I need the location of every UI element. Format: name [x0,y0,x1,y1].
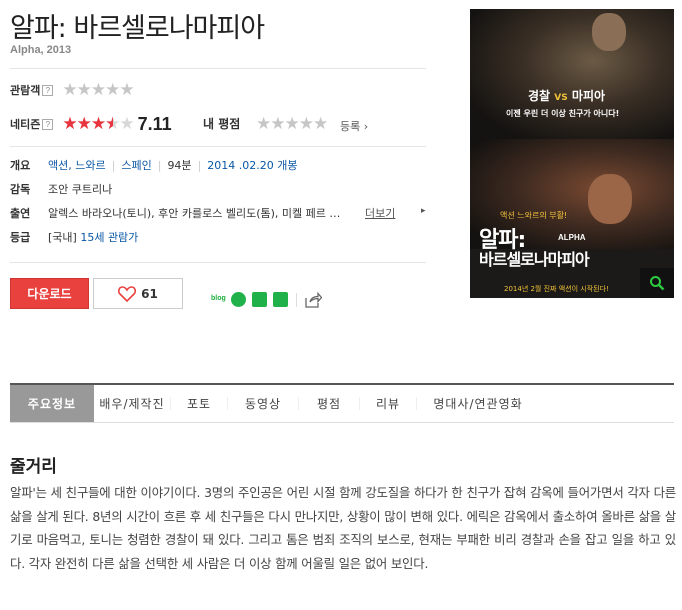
poster-tagline-2: 이젠 우린 더 이상 친구가 아니다! [506,109,620,118]
like-button[interactable]: 61 [93,278,183,309]
age-rating-label: 등급 [10,231,31,244]
cast-links[interactable]: 알렉스 바라오나(토니), 후안 카를로스 벨리도(톰), 미켈 페르 … [48,205,340,221]
divider [10,146,426,147]
netizen-stars: ★★★★★ ★★★★★ [62,114,134,134]
poster-release-line: 2014년 2월 진짜 액션이 시작된다! [504,285,609,293]
cafe-share-icon[interactable] [231,292,246,307]
register-rating-link[interactable]: 등록 › [340,118,368,134]
poster-tagline: 경찰 VS 마피아 [528,89,606,103]
poster-figure [592,13,626,51]
tab-reviews[interactable]: 리뷰 [360,385,416,422]
synopsis-heading: 줄거리 [10,457,57,477]
my-rating-label: 내 평점 [203,117,241,131]
divider [10,68,426,69]
zoom-button[interactable] [640,268,674,298]
memo-share-icon[interactable] [273,292,288,307]
tab-bar: 주요정보 배우/제작진 포토 동영상 평점 리뷰 명대사/연관영화 [10,383,674,423]
age-rating-tag: [국내] [48,231,77,244]
poster-image-top [470,9,674,139]
tab-quotes-related[interactable]: 명대사/연관영화 [417,385,539,422]
overview-label: 개요 [10,159,31,172]
info-overview-row: 개요 액션, 느와르 | 스페인 | 94분 | 2014 .02.20 개봉 [10,159,298,172]
more-cast-link[interactable]: 더보기 [365,205,395,221]
blog-share-icon[interactable]: blog [211,295,226,305]
netizen-rating-row: 네티즌 ? ★★★★★ ★★★★★ 7.11 [10,113,172,135]
heart-icon [118,285,137,302]
poster-tagline-3: 액션 느와르의 부활! [500,211,568,220]
genre-link[interactable]: 느와르 [75,159,105,172]
netizen-score: 7.11 [137,113,172,134]
bookmark-share-icon[interactable] [252,292,267,307]
info-rating-row: 등급 [국내] 15세 관람가 [10,229,138,245]
audience-rating-row: 관람객 ? ★★★★★ [10,80,135,100]
country-link[interactable]: 스페인 [121,159,151,172]
divider [10,262,426,263]
synopsis-text: 알파'는 세 친구들에 대한 이야기이다. 3명의 주인공은 어린 시절 함께 … [10,485,676,571]
tab-main-info[interactable]: 주요정보 [10,385,94,422]
poster-title-sub: 바르셀로나마피아 [479,250,590,269]
more-arrow-icon: ▸ [421,206,426,216]
like-count: 61 [141,286,158,301]
cast-label: 출연 [10,207,31,220]
info-cast-row: 출연 알렉스 바라오나(토니), 후안 카를로스 벨리도(톰), 미켈 페르 … [10,205,340,221]
audience-label: 관람객 [10,84,41,97]
help-icon[interactable]: ? [42,84,54,96]
director-label: 감독 [10,183,31,196]
audience-stars: ★★★★★ [62,80,134,100]
poster-title-en: ALPHA [558,233,586,242]
help-icon[interactable]: ? [42,118,54,130]
runtime: 94분 [167,159,192,172]
tab-videos[interactable]: 동영상 [228,385,298,422]
movie-title: 알파: 바르셀로나마피아 [10,13,265,44]
share-icon[interactable] [305,292,322,308]
director-link[interactable]: 조안 쿠트리나 [48,181,112,197]
genre-separator: , [68,159,72,172]
divider [296,293,297,307]
genre-link[interactable]: 액션 [48,159,68,172]
tab-ratings[interactable]: 평점 [299,385,359,422]
info-director-row: 감독 조안 쿠트리나 [10,181,112,197]
download-button[interactable]: 다운로드 [10,278,89,309]
tab-photos[interactable]: 포토 [171,385,227,422]
poster-figure [588,174,632,224]
tab-cast-crew[interactable]: 배우/제작진 [94,385,170,422]
age-rating-link[interactable]: 15세 관람가 [80,231,138,244]
my-rating-stars[interactable]: ★★★★★ [256,114,328,134]
movie-subtitle: Alpha, 2013 [10,44,72,56]
movie-poster[interactable]: 경찰 VS 마피아 이젠 우린 더 이상 친구가 아니다! 액션 느와르의 부활… [470,9,674,298]
search-icon [650,276,665,291]
netizen-label: 네티즌 [10,118,41,131]
release-date[interactable]: 2014 .02.20 개봉 [207,159,297,172]
